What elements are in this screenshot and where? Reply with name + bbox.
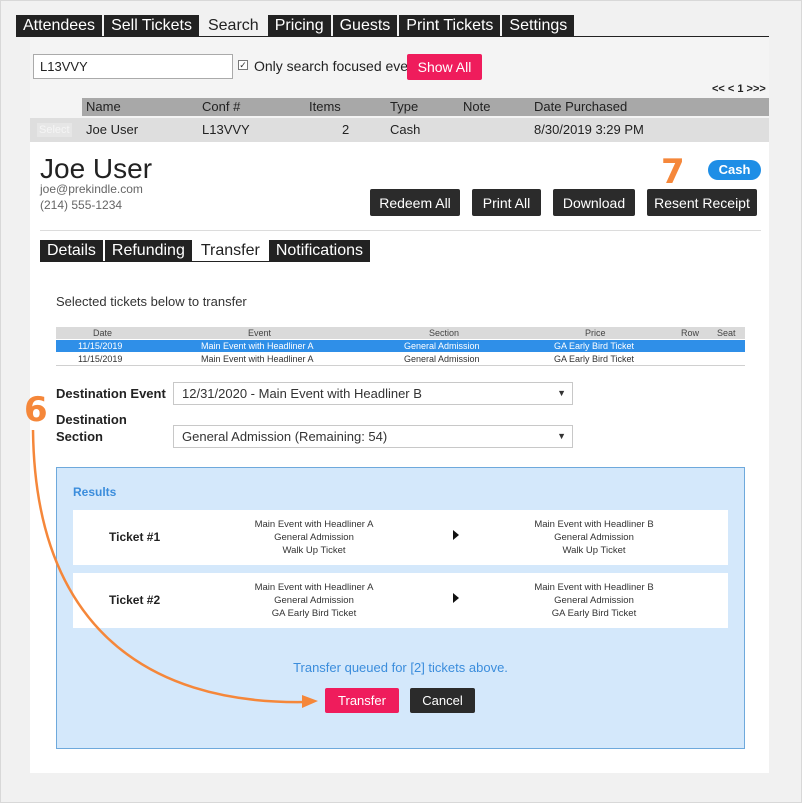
ticket-from: Main Event with Headliner A General Admi…: [204, 581, 424, 620]
subtab-refunding[interactable]: Refunding: [104, 240, 192, 262]
subtab-notifications[interactable]: Notifications: [268, 240, 370, 262]
resent-receipt-button[interactable]: Resent Receipt: [647, 189, 757, 216]
row-items: 2: [342, 122, 350, 137]
table-row[interactable]: Select Joe User L13VVY 2 Cash 8/30/2019 …: [30, 118, 769, 142]
col-name: Name: [86, 99, 121, 114]
subtab-details[interactable]: Details: [40, 240, 103, 262]
from-section: General Admission: [274, 595, 354, 606]
redeem-all-button[interactable]: Redeem All: [370, 189, 460, 216]
customer-phone: (214) 555-1234: [40, 198, 123, 212]
tt-col-date: Date: [93, 328, 113, 338]
to-section: General Admission: [554, 532, 634, 543]
to-event: Main Event with Headliner B: [534, 582, 654, 593]
results-title: Results: [73, 485, 117, 499]
tt-col-event: Event: [248, 328, 272, 338]
chevron-down-icon: ▼: [557, 431, 566, 441]
row-name: Joe User: [86, 122, 139, 137]
to-price: Walk Up Ticket: [562, 545, 626, 556]
to-price: GA Early Bird Ticket: [551, 608, 637, 619]
tt-section: General Admission: [404, 341, 480, 351]
payment-type-badge: Cash: [708, 160, 761, 180]
top-nav: Attendees Sell Tickets Search Pricing Gu…: [16, 15, 576, 37]
destination-event-label: Destination Event: [56, 386, 166, 401]
tab-search[interactable]: Search: [200, 15, 266, 37]
step-marker-7: 7: [661, 152, 685, 192]
transfer-intro: Selected tickets below to transfer: [56, 294, 247, 309]
ticket-result-card: Ticket #1 Main Event with Headliner A Ge…: [73, 510, 728, 565]
col-date: Date Purchased: [534, 99, 628, 114]
focus-event-checkbox[interactable]: ✓: [238, 60, 248, 70]
arrow-right-icon: [453, 593, 459, 603]
search-input[interactable]: [33, 54, 233, 79]
arrow-right-icon: [453, 530, 459, 540]
from-event: Main Event with Headliner A: [254, 582, 374, 593]
ticket-from: Main Event with Headliner A General Admi…: [204, 518, 424, 557]
tt-col-price: Price: [585, 328, 606, 338]
step-marker-6: 6: [24, 390, 48, 430]
from-event: Main Event with Headliner A: [254, 519, 374, 530]
results-table-header: Name Conf # Items Type Note Date Purchas…: [82, 98, 769, 116]
destination-event-value: 12/31/2020 - Main Event with Headliner B: [182, 386, 422, 401]
tt-col-row: Row: [681, 328, 700, 338]
pagination[interactable]: << < 1 >>>: [712, 83, 766, 95]
focus-event-label: Only search focused event.: [254, 58, 424, 74]
row-select-button[interactable]: Select: [37, 123, 72, 137]
tt-price: GA Early Bird Ticket: [554, 341, 635, 351]
ticket-to: Main Event with Headliner B General Admi…: [484, 518, 704, 557]
ticket-label: Ticket #2: [109, 593, 161, 607]
transfer-queued-message: Transfer queued for [2] tickets above.: [293, 660, 508, 675]
col-conf: Conf #: [202, 99, 241, 114]
customer-name: Joe User: [40, 153, 153, 184]
tab-guests[interactable]: Guests: [332, 15, 398, 37]
tab-pricing[interactable]: Pricing: [267, 15, 331, 37]
ticket-table-rule: [56, 365, 745, 366]
tab-sell-tickets[interactable]: Sell Tickets: [104, 15, 199, 37]
row-date: 8/30/2019 3:29 PM: [534, 122, 644, 137]
customer-email: joe@prekindle.com: [40, 182, 143, 196]
cancel-button[interactable]: Cancel: [410, 688, 475, 713]
tt-event: Main Event with Headliner A: [201, 354, 314, 364]
col-items: Items: [309, 99, 341, 114]
tab-print-tickets[interactable]: Print Tickets: [399, 15, 501, 37]
tt-col-section: Section: [429, 328, 460, 338]
ticket-result-card: Ticket #2 Main Event with Headliner A Ge…: [73, 573, 728, 628]
subtab-transfer[interactable]: Transfer: [193, 240, 267, 262]
tt-date: 11/15/2019: [78, 341, 123, 351]
row-type: Cash: [390, 122, 421, 137]
table-row[interactable]: 11/15/2019 Main Event with Headliner A G…: [56, 353, 745, 365]
from-price: Walk Up Ticket: [282, 545, 346, 556]
header-divider: [40, 230, 761, 231]
to-event: Main Event with Headliner B: [534, 519, 654, 530]
destination-section-select[interactable]: General Admission (Remaining: 54) ▼: [173, 425, 573, 448]
order-subtabs: Details Refunding Transfer Notifications: [40, 240, 372, 262]
destination-section-label-2: Section: [56, 429, 103, 444]
row-conf: L13VVY: [202, 122, 250, 137]
destination-section-value: General Admission (Remaining: 54): [182, 429, 388, 444]
to-section: General Admission: [554, 595, 634, 606]
destination-event-select[interactable]: 12/31/2020 - Main Event with Headliner B…: [173, 382, 573, 405]
subtabs-underline: [40, 261, 362, 262]
transfer-button[interactable]: Transfer: [325, 688, 399, 713]
from-price: GA Early Bird Ticket: [271, 608, 357, 619]
from-section: General Admission: [274, 532, 354, 543]
print-all-button[interactable]: Print All: [472, 189, 541, 216]
table-row[interactable]: 11/15/2019 Main Event with Headliner A G…: [56, 340, 745, 352]
tab-attendees[interactable]: Attendees: [16, 15, 103, 37]
tt-col-seat: Seat: [717, 328, 736, 338]
destination-section-label: Destination: [56, 412, 127, 427]
show-all-button[interactable]: Show All: [407, 54, 482, 80]
download-button[interactable]: Download: [553, 189, 635, 216]
ticket-label: Ticket #1: [109, 530, 161, 544]
tt-price: GA Early Bird Ticket: [554, 354, 635, 364]
chevron-down-icon: ▼: [557, 388, 566, 398]
tt-date: 11/15/2019: [78, 354, 123, 364]
tt-section: General Admission: [404, 354, 480, 364]
ticket-table-header: Date Event Section Price Row Seat: [56, 327, 745, 339]
tt-event: Main Event with Headliner A: [201, 341, 314, 351]
col-note: Note: [463, 99, 491, 114]
ticket-to: Main Event with Headliner B General Admi…: [484, 581, 704, 620]
tab-settings[interactable]: Settings: [502, 15, 575, 37]
col-type: Type: [390, 99, 419, 114]
